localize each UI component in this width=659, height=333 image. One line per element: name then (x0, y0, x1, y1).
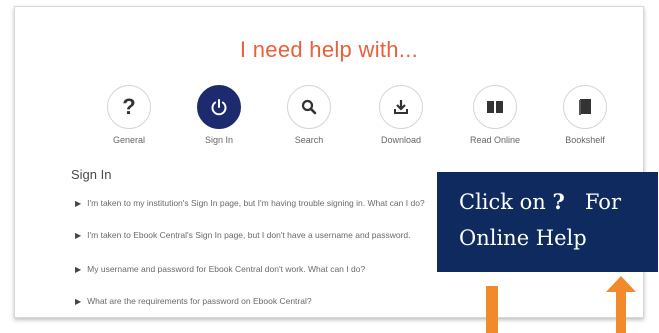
category-label: Bookshelf (565, 135, 605, 145)
faq-question[interactable]: I'm taken to Ebook Central's Sign In pag… (87, 230, 410, 240)
category-label: Read Online (469, 135, 521, 145)
callout-line-2: Online Help (459, 226, 587, 250)
faq-item[interactable]: ▶ I'm taken to Ebook Central's Sign In pa… (75, 230, 411, 240)
help-category-row: ? General Sign In Search Download Read O… (89, 85, 625, 151)
callout-question-symbol: ? (552, 189, 565, 214)
callout-text: For (584, 190, 621, 214)
bullet-icon: ▶ (75, 199, 82, 208)
category-label: General (112, 135, 146, 145)
bullet-icon: ▶ (75, 265, 82, 274)
power-icon (197, 85, 241, 129)
faq-item[interactable]: ▶ I'm taken to my institution's Sign In p… (75, 198, 425, 208)
category-label: Search (294, 135, 324, 145)
bullet-icon: ▶ (75, 297, 82, 306)
category-label: Download (380, 135, 422, 145)
category-general[interactable]: ? General (89, 85, 169, 145)
online-help-callout: Click on ? For Online Help (437, 172, 658, 272)
svg-text:?: ? (122, 96, 135, 118)
up-arrow-icon (606, 276, 636, 333)
callout-line-1: Click on ? For (459, 184, 658, 220)
faq-question[interactable]: My username and password for Ebook Centr… (87, 264, 365, 274)
faq-question[interactable]: What are the requirements for password o… (87, 296, 311, 306)
category-label: Sign In (204, 135, 234, 145)
bullet-icon: ▶ (75, 231, 82, 240)
open-book-icon (473, 85, 517, 129)
faq-item[interactable]: ▶ My username and password for Ebook Cent… (75, 264, 365, 274)
faq-item[interactable]: ▶ What are the requirements for password … (75, 296, 312, 306)
search-icon (287, 85, 331, 129)
book-icon (563, 85, 607, 129)
callout-text: Click on (459, 190, 546, 214)
down-arrow-icon (486, 286, 498, 333)
category-bookshelf[interactable]: Bookshelf (545, 85, 625, 145)
faq-question[interactable]: I'm taken to my institution's Sign In pa… (87, 198, 425, 208)
category-search[interactable]: Search (269, 85, 349, 145)
category-read-online[interactable]: Read Online (455, 85, 535, 145)
question-mark-icon: ? (107, 85, 151, 129)
download-icon (379, 85, 423, 129)
help-title: I need help with... (239, 37, 419, 62)
section-title: Sign In (71, 167, 112, 182)
category-sign-in[interactable]: Sign In (179, 85, 259, 145)
category-download[interactable]: Download (361, 85, 441, 145)
